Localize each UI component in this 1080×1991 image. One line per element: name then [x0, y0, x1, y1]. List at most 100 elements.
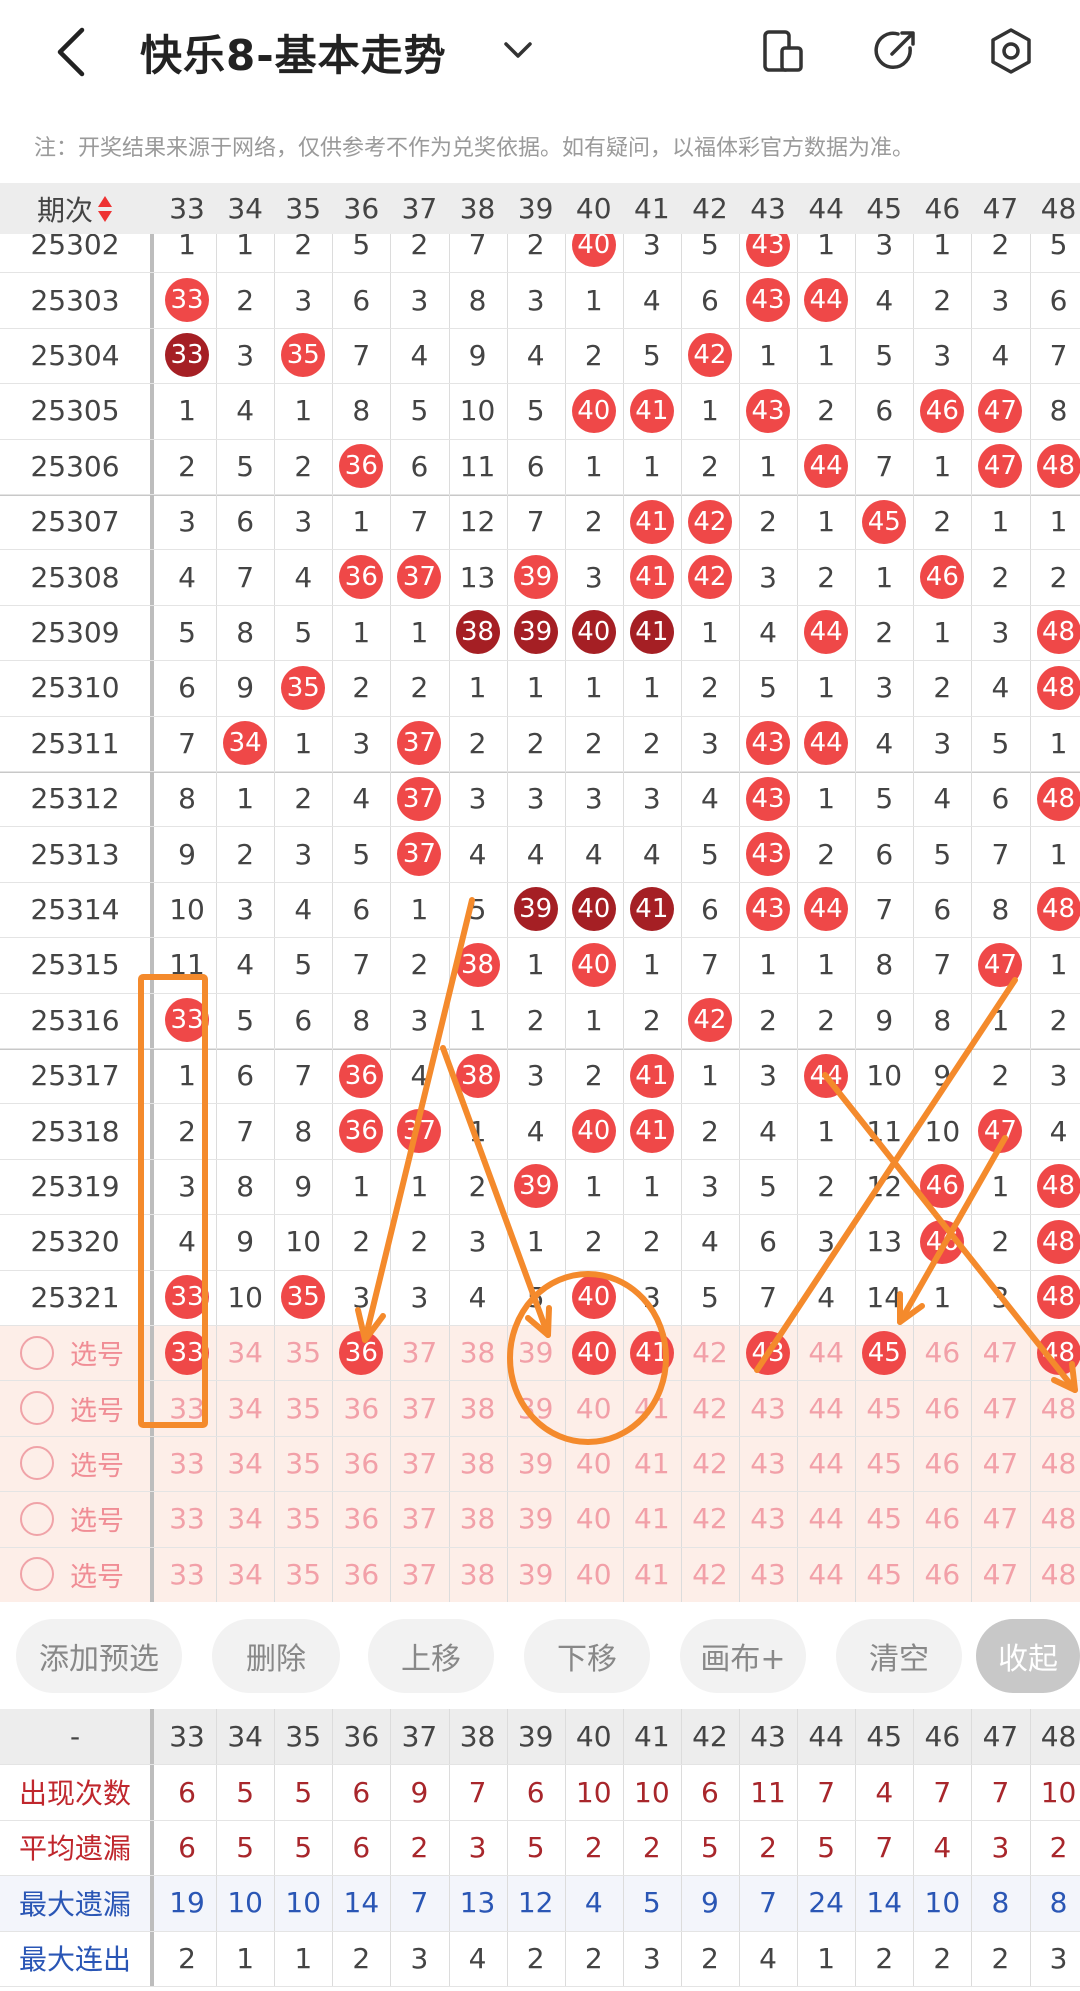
toolbar-button-4[interactable]: 下移 [524, 1619, 650, 1693]
select-number-cell[interactable]: 39 [507, 1491, 565, 1546]
select-number-cell[interactable]: 36 [332, 1380, 390, 1435]
select-number-cell[interactable]: 47 [971, 1380, 1029, 1435]
select-number-cell[interactable]: 34 [216, 1547, 274, 1602]
select-number-cell[interactable]: 38 [449, 1436, 507, 1491]
page-title[interactable]: 快乐8-基本走势 [140, 22, 447, 83]
select-number-cell[interactable]: 33 [158, 1547, 216, 1602]
toolbar-button-6[interactable]: 清空 [836, 1619, 962, 1693]
select-number-cell[interactable]: 42 [681, 1380, 739, 1435]
select-number-cell[interactable]: 34 [216, 1380, 274, 1435]
select-number-cell[interactable]: 43 [739, 1436, 797, 1491]
back-button[interactable] [48, 20, 94, 84]
selection-row-radio[interactable] [20, 1547, 54, 1602]
select-number-cell[interactable]: 41 [623, 1380, 681, 1435]
toolbar-button-7[interactable]: 收起 [976, 1619, 1080, 1693]
select-number-cell[interactable]: 45 [855, 1547, 913, 1602]
device-button[interactable] [758, 26, 808, 76]
select-number-cell[interactable]: 35 [274, 1380, 332, 1435]
select-number-cell[interactable]: 43 [739, 1380, 797, 1435]
select-number-cell[interactable]: 41 [623, 1547, 681, 1602]
selected-number-ball: 43 [746, 1330, 791, 1375]
select-number-cell[interactable]: 42 [681, 1325, 739, 1380]
select-number-cell[interactable]: 46 [913, 1436, 971, 1491]
toolbar-button-1[interactable]: 添加预选 [16, 1619, 182, 1693]
select-number-cell[interactable]: 38 [449, 1325, 507, 1380]
select-number-cell[interactable]: 45 [855, 1325, 913, 1380]
select-number-cell[interactable]: 39 [507, 1436, 565, 1491]
select-number-cell[interactable]: 48 [1030, 1380, 1080, 1435]
select-number-cell[interactable]: 35 [274, 1436, 332, 1491]
select-number-cell[interactable]: 46 [913, 1325, 971, 1380]
toolbar-button-2[interactable]: 删除 [212, 1619, 340, 1693]
selection-row-radio[interactable] [20, 1436, 54, 1491]
select-number-cell[interactable]: 37 [390, 1380, 448, 1435]
select-number-cell[interactable]: 46 [913, 1380, 971, 1435]
select-number-cell[interactable]: 33 [158, 1491, 216, 1546]
select-number-cell[interactable]: 47 [971, 1491, 1029, 1546]
select-number-cell[interactable]: 38 [449, 1547, 507, 1602]
select-number-cell[interactable]: 37 [390, 1436, 448, 1491]
select-number-cell[interactable]: 35 [274, 1491, 332, 1546]
title-dropdown-button[interactable] [496, 28, 540, 72]
select-number-cell[interactable]: 44 [797, 1547, 855, 1602]
select-number-cell[interactable]: 34 [216, 1436, 274, 1491]
period-sort-header[interactable]: 期次 [0, 183, 150, 234]
select-number-cell[interactable]: 48 [1030, 1436, 1080, 1491]
select-number-cell[interactable]: 37 [390, 1547, 448, 1602]
select-number-cell[interactable]: 34 [216, 1491, 274, 1546]
selection-row-radio[interactable] [20, 1491, 54, 1546]
select-number-cell[interactable]: 41 [623, 1325, 681, 1380]
select-number-cell[interactable]: 48 [1030, 1491, 1080, 1546]
select-number-cell[interactable]: 46 [913, 1547, 971, 1602]
select-number-cell[interactable]: 40 [565, 1547, 623, 1602]
select-number-cell[interactable]: 42 [681, 1436, 739, 1491]
select-number-cell[interactable]: 33 [158, 1325, 216, 1380]
selection-row-radio[interactable] [20, 1380, 54, 1435]
select-number-cell[interactable]: 43 [739, 1325, 797, 1380]
select-number-cell[interactable]: 48 [1030, 1325, 1080, 1380]
toolbar-button-5[interactable]: 画布+ [680, 1619, 806, 1693]
select-number-cell[interactable]: 43 [739, 1547, 797, 1602]
select-number-cell[interactable]: 38 [449, 1380, 507, 1435]
select-number-cell[interactable]: 37 [390, 1325, 448, 1380]
selection-row-radio[interactable] [20, 1325, 54, 1380]
select-number-cell[interactable]: 36 [332, 1547, 390, 1602]
share-button[interactable] [870, 26, 920, 76]
toolbar-button-3[interactable]: 上移 [368, 1619, 494, 1693]
select-number-cell[interactable]: 36 [332, 1325, 390, 1380]
select-number-cell[interactable]: 47 [971, 1547, 1029, 1602]
select-number-cell[interactable]: 36 [332, 1491, 390, 1546]
select-number-cell[interactable]: 37 [390, 1491, 448, 1546]
select-number-cell[interactable]: 40 [565, 1436, 623, 1491]
select-number-cell[interactable]: 34 [216, 1325, 274, 1380]
select-number-cell[interactable]: 35 [274, 1325, 332, 1380]
select-number-cell[interactable]: 33 [158, 1436, 216, 1491]
settings-button[interactable] [986, 26, 1036, 76]
select-number-cell[interactable]: 40 [565, 1491, 623, 1546]
select-number-cell[interactable]: 41 [623, 1436, 681, 1491]
select-number-cell[interactable]: 39 [507, 1380, 565, 1435]
select-number-cell[interactable]: 45 [855, 1491, 913, 1546]
select-number-cell[interactable]: 42 [681, 1547, 739, 1602]
select-number-cell[interactable]: 41 [623, 1491, 681, 1546]
select-number-cell[interactable]: 33 [158, 1380, 216, 1435]
select-number-cell[interactable]: 42 [681, 1491, 739, 1546]
select-number-cell[interactable]: 38 [449, 1491, 507, 1546]
select-number-cell[interactable]: 39 [507, 1325, 565, 1380]
select-number-cell[interactable]: 44 [797, 1325, 855, 1380]
select-number-cell[interactable]: 45 [855, 1436, 913, 1491]
select-number-cell[interactable]: 43 [739, 1491, 797, 1546]
select-number-cell[interactable]: 44 [797, 1380, 855, 1435]
select-number-cell[interactable]: 44 [797, 1491, 855, 1546]
select-number-cell[interactable]: 45 [855, 1380, 913, 1435]
select-number-cell[interactable]: 47 [971, 1325, 1029, 1380]
select-number-cell[interactable]: 44 [797, 1436, 855, 1491]
select-number-cell[interactable]: 40 [565, 1325, 623, 1380]
select-number-cell[interactable]: 35 [274, 1547, 332, 1602]
select-number-cell[interactable]: 47 [971, 1436, 1029, 1491]
select-number-cell[interactable]: 39 [507, 1547, 565, 1602]
select-number-cell[interactable]: 48 [1030, 1547, 1080, 1602]
select-number-cell[interactable]: 36 [332, 1436, 390, 1491]
select-number-cell[interactable]: 46 [913, 1491, 971, 1546]
select-number-cell[interactable]: 40 [565, 1380, 623, 1435]
